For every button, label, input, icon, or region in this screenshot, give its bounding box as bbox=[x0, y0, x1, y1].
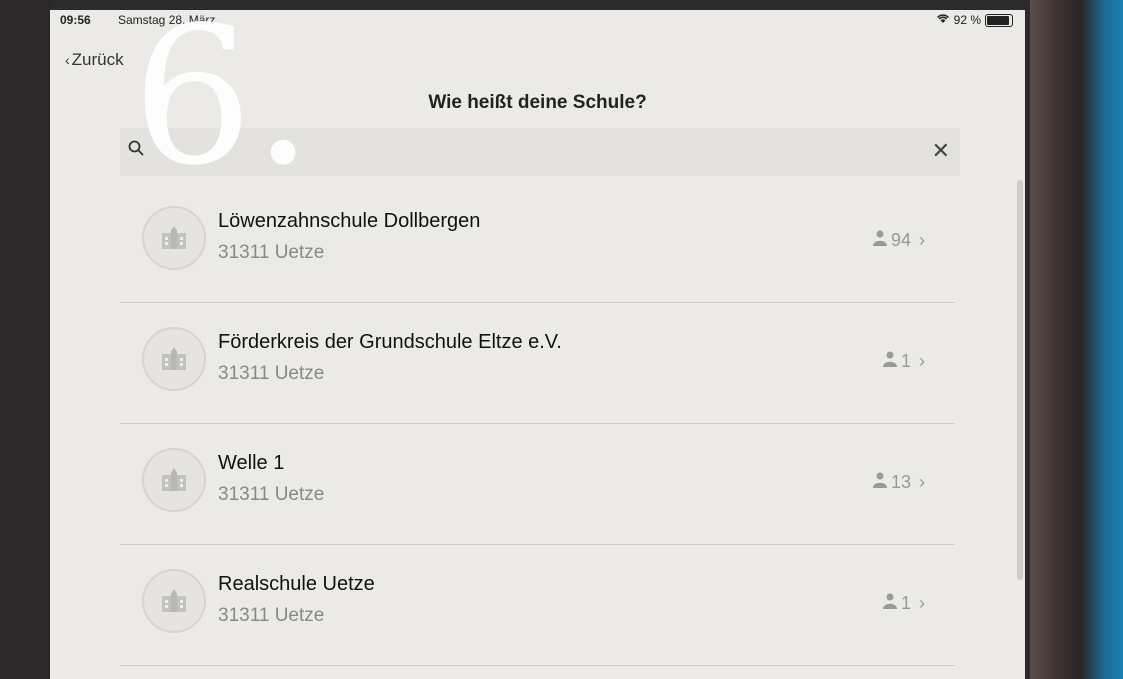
school-name: Realschule Uetze bbox=[218, 573, 375, 595]
user-icon bbox=[872, 230, 887, 251]
battery-icon bbox=[985, 13, 1013, 27]
school-city: 31311 Uetze bbox=[218, 242, 325, 263]
user-icon bbox=[882, 593, 897, 614]
member-count: 1 › bbox=[882, 351, 925, 372]
list-item[interactable]: Welle 1 31311 Uetze 13 › bbox=[120, 424, 955, 545]
school-city: 31311 Uetze bbox=[218, 363, 325, 384]
back-button[interactable]: ‹ Zurück bbox=[65, 50, 124, 70]
school-icon bbox=[142, 327, 206, 391]
chevron-right-icon: › bbox=[919, 593, 925, 613]
scrollbar[interactable] bbox=[1017, 180, 1023, 580]
list-item[interactable]: Förderkreis der Grundschule Eltze e.V. 3… bbox=[120, 303, 955, 424]
chevron-right-icon: › bbox=[919, 351, 925, 371]
status-time: 09:56 bbox=[60, 13, 91, 27]
school-icon bbox=[142, 206, 206, 270]
member-count: 94 › bbox=[872, 230, 925, 251]
school-city: 31311 Uetze bbox=[218, 605, 325, 626]
chevron-right-icon: › bbox=[919, 230, 925, 250]
screen: 09:56 Samstag 28. März 92 % ‹ Zurück Wie … bbox=[50, 10, 1025, 679]
user-icon bbox=[872, 472, 887, 493]
search-icon bbox=[128, 140, 144, 161]
list-item[interactable]: Realschule Uetze 31311 Uetze 1 › bbox=[120, 545, 955, 666]
user-icon bbox=[882, 351, 897, 372]
close-icon[interactable]: ✕ bbox=[932, 138, 950, 164]
back-label: Zurück bbox=[71, 50, 124, 69]
search-input[interactable] bbox=[160, 138, 904, 168]
battery-status: 92 % bbox=[936, 13, 1013, 27]
page-title: Wie heißt deine Schule? bbox=[428, 92, 647, 113]
member-count: 1 › bbox=[882, 593, 925, 614]
search-bar: ✕ bbox=[120, 128, 960, 176]
school-city: 31311 Uetze bbox=[218, 484, 325, 505]
school-name: Förderkreis der Grundschule Eltze e.V. bbox=[218, 331, 562, 353]
member-count-value: 1 bbox=[900, 351, 911, 371]
device-frame-right bbox=[1030, 0, 1123, 679]
member-count-value: 1 bbox=[900, 593, 911, 613]
school-name: Löwenzahnschule Dollbergen bbox=[218, 210, 481, 232]
list-item[interactable]: Löwenzahnschule Dollbergen 31311 Uetze 9… bbox=[120, 182, 955, 303]
school-name: Welle 1 bbox=[218, 452, 285, 474]
school-list: Löwenzahnschule Dollbergen 31311 Uetze 9… bbox=[120, 182, 955, 666]
school-icon bbox=[142, 448, 206, 512]
battery-percent: 92 % bbox=[953, 13, 981, 27]
status-date: Samstag 28. März bbox=[118, 13, 216, 27]
wifi-icon bbox=[936, 13, 950, 27]
chevron-left-icon: ‹ bbox=[65, 52, 70, 68]
status-bar: 09:56 Samstag 28. März 92 % bbox=[50, 10, 1025, 32]
device-frame-left bbox=[0, 0, 50, 679]
member-count-value: 94 bbox=[890, 230, 911, 250]
member-count-value: 13 bbox=[890, 472, 911, 492]
member-count: 13 › bbox=[872, 472, 925, 493]
chevron-right-icon: › bbox=[919, 472, 925, 492]
school-icon bbox=[142, 569, 206, 633]
